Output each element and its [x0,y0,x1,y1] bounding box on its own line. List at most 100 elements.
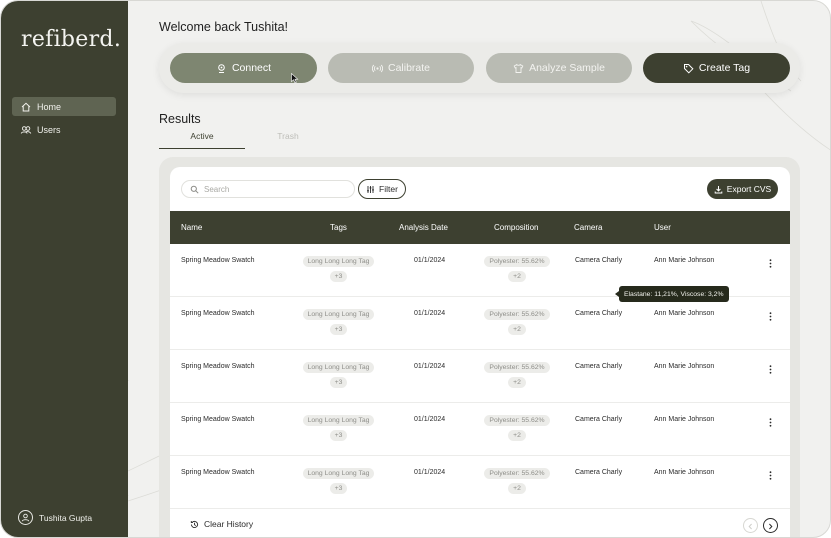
row-analysis-date: 01/1/2024 [414,469,446,476]
row-name: Spring Meadow Swatch [181,363,255,370]
row-camera: Camera Charly [575,469,623,476]
column-header-camera[interactable]: Camera [574,211,602,244]
results-title: Results [159,112,201,126]
table-header: Name Tags Analysis Date Composition Came… [170,211,790,244]
table-row[interactable]: Spring Meadow Swatch Long Long Long Tag +3… [170,403,790,456]
tab-active[interactable]: Active [159,131,245,149]
composition-pill[interactable]: Polyester: 55.62% [484,415,550,426]
tag-pill[interactable]: Long Long Long Tag [302,309,375,320]
results-panel: Search Filter Export CVS Name Tags Analy… [170,167,790,537]
app-window: refiberd. Home Users Tushita Gupta Welco… [0,0,831,538]
tag-more-pill[interactable]: +3 [329,377,348,388]
more-options-icon[interactable] [769,471,772,480]
export-button[interactable]: Export CVS [707,179,778,199]
column-header-user[interactable]: User [654,211,671,244]
column-header-name[interactable]: Name [181,211,202,244]
create-tag-label: Create Tag [698,62,751,74]
tag-pill[interactable]: Long Long Long Tag [302,362,375,373]
mouse-cursor-icon [291,73,299,84]
row-composition: Polyester: 55.62% +2 [484,468,550,494]
calibrate-button[interactable]: Calibrate [328,53,474,83]
tag-pill[interactable]: Long Long Long Tag [302,256,375,267]
composition-more-pill[interactable]: +2 [508,377,526,388]
column-header-tags[interactable]: Tags [330,211,347,244]
sidebar: refiberd. Home Users Tushita Gupta [1,1,128,537]
row-composition: Polyester: 55.62% +2 [484,309,550,335]
column-header-composition[interactable]: Composition [494,211,538,244]
composition-pill[interactable]: Polyester: 55.62% [484,309,550,320]
previous-page-button[interactable] [743,518,758,533]
analyze-sample-button[interactable]: Analyze Sample [486,53,632,83]
row-name: Spring Meadow Swatch [181,310,255,317]
row-composition: Polyester: 55.62% +2 [484,415,550,441]
row-user: Ann Marie Johnson [654,310,715,317]
more-options-icon[interactable] [769,312,772,321]
row-tags: Long Long Long Tag +3 [302,362,375,388]
composition-tooltip: Elastane: 11,21%, Viscose: 3,2% [615,286,729,302]
sidebar-item-users[interactable]: Users [12,120,116,139]
row-composition: Polyester: 55.62% +2 [484,362,550,388]
sidebar-item-home[interactable]: Home [12,97,116,116]
tab-trash[interactable]: Trash [245,131,331,149]
app-logo: refiberd. [21,27,122,52]
row-camera: Camera Charly [575,416,623,423]
composition-more-pill[interactable]: +2 [508,430,526,441]
row-camera: Camera Charly [575,363,623,370]
action-bar: Connect Calibrate Analyze Sample Create … [159,43,800,93]
tag-pill[interactable]: Long Long Long Tag [302,468,375,479]
search-placeholder: Search [204,184,230,194]
download-icon [714,185,723,194]
composition-more-pill[interactable]: +2 [508,324,526,335]
next-page-button[interactable] [763,518,778,533]
users-icon [20,124,32,136]
tag-more-pill[interactable]: +3 [329,483,348,494]
table-row[interactable]: Spring Meadow Swatch Long Long Long Tag +3… [170,456,790,509]
row-user: Ann Marie Johnson [654,416,715,423]
filter-button[interactable]: Filter [358,179,406,199]
row-analysis-date: 01/1/2024 [414,363,446,370]
composition-pill[interactable]: Polyester: 55.62% [484,256,550,267]
row-composition: Polyester: 55.62% +2 [484,256,550,282]
chevron-left-icon [747,517,754,535]
row-name: Spring Meadow Swatch [181,469,255,476]
composition-pill[interactable]: Polyester: 55.62% [484,468,550,479]
row-name: Spring Meadow Swatch [181,257,255,264]
row-tags: Long Long Long Tag +3 [302,256,375,282]
sliders-icon [366,185,375,194]
analyze-sample-label: Analyze Sample [529,62,605,74]
column-header-analysis-date[interactable]: Analysis Date [399,211,448,244]
tag-pill[interactable]: Long Long Long Tag [302,415,375,426]
broadcast-icon [371,63,383,74]
create-tag-button[interactable]: Create Tag [643,53,790,83]
webcam-icon [216,63,227,74]
table-row[interactable]: Spring Meadow Swatch Long Long Long Tag +3… [170,297,790,350]
chevron-right-icon [767,517,774,535]
table-footer: Clear History [170,509,790,537]
more-options-icon[interactable] [769,418,772,427]
row-name: Spring Meadow Swatch [181,416,255,423]
tag-more-pill[interactable]: +3 [329,430,348,441]
row-tags: Long Long Long Tag +3 [302,415,375,441]
sidebar-item-label: Users [37,124,61,135]
row-user: Ann Marie Johnson [654,257,715,264]
row-analysis-date: 01/1/2024 [414,416,446,423]
composition-more-pill[interactable]: +2 [508,271,526,282]
more-options-icon[interactable] [769,365,772,374]
history-icon [190,520,199,529]
user-profile[interactable]: Tushita Gupta [18,510,92,525]
shirt-icon [513,63,524,74]
search-input[interactable]: Search [181,180,355,198]
tag-more-pill[interactable]: +3 [329,324,348,335]
row-camera: Camera Charly [575,257,623,264]
home-icon [20,101,32,113]
row-analysis-date: 01/1/2024 [414,257,446,264]
composition-more-pill[interactable]: +2 [508,483,526,494]
clear-history-button[interactable]: Clear History [190,519,253,529]
more-options-icon[interactable] [769,259,772,268]
tag-more-pill[interactable]: +3 [329,271,348,282]
composition-pill[interactable]: Polyester: 55.62% [484,362,550,373]
filter-label: Filter [379,184,398,194]
table-row[interactable]: Spring Meadow Swatch Long Long Long Tag +3… [170,350,790,403]
row-user: Ann Marie Johnson [654,363,715,370]
export-label: Export CVS [726,184,772,194]
